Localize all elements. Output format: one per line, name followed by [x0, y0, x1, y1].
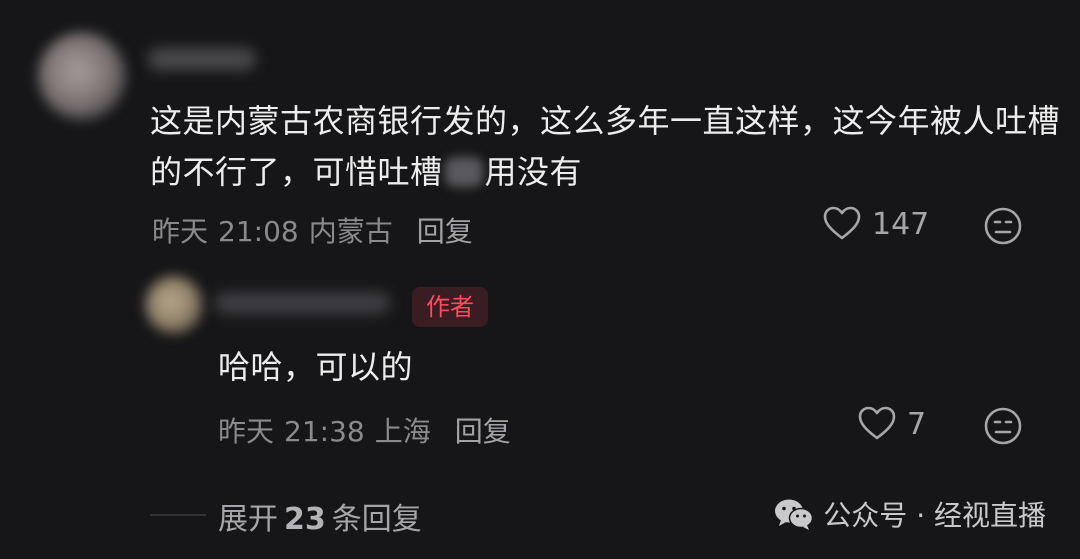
expand-count: 23 [284, 502, 326, 537]
expand-prefix: 展开 [218, 502, 278, 537]
expand-suffix: 条回复 [331, 502, 422, 537]
commenter-avatar[interactable] [38, 32, 126, 120]
dislike-face-icon[interactable] [983, 206, 1023, 246]
reply-like-count: 7 [907, 406, 927, 442]
watermark: 公众号 · 经视直播 [773, 494, 1046, 534]
heart-icon [858, 406, 896, 440]
comment-text: 这是内蒙古农商银行发的，这么多年一直这样，这今年被人吐槽的不行了，可惜吐槽 用没有 [150, 96, 1060, 198]
comment-text-part2: 用没有 [484, 153, 583, 191]
reply-date: 昨天 [218, 415, 275, 448]
reply-time: 21:38 [284, 415, 365, 448]
watermark-text: 公众号 · 经视直播 [823, 499, 1046, 532]
censored-word [444, 157, 483, 187]
commenter-name-blurred[interactable] [148, 48, 256, 70]
comment-like-button[interactable]: 147 [822, 204, 929, 244]
reply-text: 哈哈，可以的 [218, 348, 414, 386]
reply-meta: 昨天 21:38 上海 回复 [218, 410, 521, 450]
comment-location: 内蒙古 [308, 215, 393, 248]
comment-reply-button[interactable]: 回复 [417, 215, 473, 248]
expand-replies-button[interactable]: 展开 23 条回复 [218, 494, 422, 538]
comment-date: 昨天 [152, 215, 209, 248]
dislike-face-icon[interactable] [983, 406, 1023, 446]
reply-location: 上海 [374, 415, 431, 448]
reply-reply-button[interactable]: 回复 [455, 415, 511, 448]
heart-icon [823, 206, 861, 240]
comment-meta: 昨天 21:08 内蒙古 回复 [152, 210, 483, 250]
expand-divider [150, 514, 206, 516]
replier-avatar[interactable] [145, 276, 203, 334]
replier-name-blurred[interactable] [214, 292, 390, 314]
comment-time: 21:08 [218, 215, 299, 248]
author-badge: 作者 [412, 287, 488, 327]
comment-like-count: 147 [872, 206, 930, 242]
comment-text-part1: 这是内蒙古农商银行发的，这么多年一直这样，这今年被人吐槽的不行了，可惜吐槽 [150, 102, 1061, 191]
reply-like-button[interactable]: 7 [857, 404, 926, 444]
wechat-icon [775, 499, 814, 530]
